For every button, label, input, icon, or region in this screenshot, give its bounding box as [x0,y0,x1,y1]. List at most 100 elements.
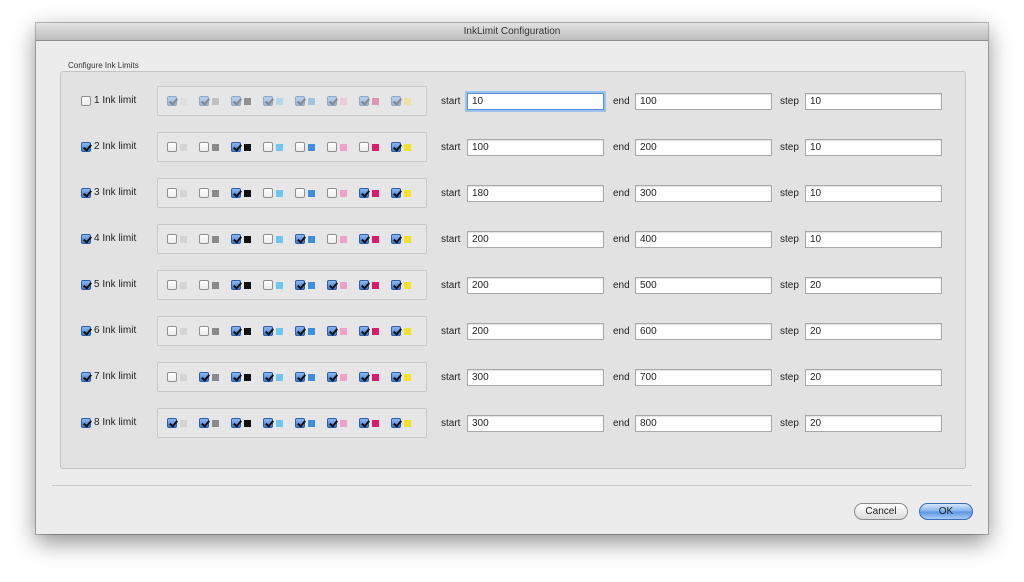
channel-checkbox[interactable] [295,142,305,152]
channel-checkbox[interactable] [295,188,305,198]
channel-checkbox[interactable] [199,280,209,290]
channel-toggle[interactable] [199,372,231,382]
end-field[interactable]: 100 [635,93,772,110]
channel-checkbox[interactable] [263,372,273,382]
channel-checkbox[interactable] [199,418,209,428]
channel-checkbox[interactable] [327,96,337,106]
channel-checkbox[interactable] [263,142,273,152]
channel-checkbox[interactable] [167,326,177,336]
channel-toggle[interactable] [391,234,423,244]
channel-toggle[interactable] [263,142,295,152]
channel-toggle[interactable] [391,142,423,152]
channel-checkbox[interactable] [231,142,241,152]
end-field[interactable]: 600 [635,323,772,340]
channel-toggle[interactable] [359,96,391,106]
channel-checkbox[interactable] [263,188,273,198]
start-field[interactable]: 200 [467,231,604,248]
channel-checkbox[interactable] [263,96,273,106]
start-field[interactable]: 100 [467,139,604,156]
step-field[interactable]: 10 [805,139,942,156]
end-field[interactable]: 800 [635,415,772,432]
channel-checkbox[interactable] [263,234,273,244]
channel-checkbox[interactable] [391,372,401,382]
channel-toggle[interactable] [327,234,359,244]
channel-checkbox[interactable] [167,372,177,382]
enable-checkbox[interactable] [81,417,91,428]
channel-toggle[interactable] [231,372,263,382]
channel-checkbox[interactable] [391,280,401,290]
channel-checkbox[interactable] [199,188,209,198]
channel-toggle[interactable] [327,188,359,198]
channel-toggle[interactable] [327,372,359,382]
channel-toggle[interactable] [359,326,391,336]
channel-toggle[interactable] [199,326,231,336]
step-field[interactable]: 20 [805,277,942,294]
channel-checkbox[interactable] [359,372,369,382]
channel-checkbox[interactable] [199,142,209,152]
cancel-button[interactable]: Cancel [854,503,908,520]
channel-checkbox[interactable] [167,418,177,428]
enable-checkbox[interactable] [81,279,91,290]
ink-limit-toggle[interactable]: 7 Ink limit [81,371,136,382]
channel-checkbox[interactable] [167,280,177,290]
channel-checkbox[interactable] [231,280,241,290]
channel-toggle[interactable] [167,188,199,198]
channel-toggle[interactable] [295,372,327,382]
start-field[interactable]: 200 [467,323,604,340]
channel-checkbox[interactable] [231,96,241,106]
channel-toggle[interactable] [231,188,263,198]
channel-checkbox[interactable] [359,188,369,198]
channel-checkbox[interactable] [295,418,305,428]
channel-checkbox[interactable] [167,96,177,106]
channel-checkbox[interactable] [359,142,369,152]
channel-toggle[interactable] [295,96,327,106]
ink-limit-toggle[interactable]: 4 Ink limit [81,233,136,244]
channel-checkbox[interactable] [167,234,177,244]
channel-checkbox[interactable] [231,234,241,244]
end-field[interactable]: 500 [635,277,772,294]
ink-limit-toggle[interactable]: 3 Ink limit [81,187,136,198]
channel-toggle[interactable] [263,326,295,336]
ink-limit-toggle[interactable]: 5 Ink limit [81,279,136,290]
end-field[interactable]: 200 [635,139,772,156]
channel-checkbox[interactable] [167,142,177,152]
channel-toggle[interactable] [327,142,359,152]
channel-checkbox[interactable] [263,280,273,290]
channel-checkbox[interactable] [231,418,241,428]
channel-checkbox[interactable] [199,326,209,336]
channel-toggle[interactable] [359,188,391,198]
end-field[interactable]: 300 [635,185,772,202]
channel-toggle[interactable] [167,142,199,152]
channel-toggle[interactable] [391,280,423,290]
channel-toggle[interactable] [231,96,263,106]
start-field[interactable]: 180 [467,185,604,202]
channel-checkbox[interactable] [359,280,369,290]
ink-limit-toggle[interactable]: 2 Ink limit [81,141,136,152]
ok-button[interactable]: OK [919,503,973,520]
channel-toggle[interactable] [359,234,391,244]
channel-toggle[interactable] [263,418,295,428]
channel-checkbox[interactable] [231,188,241,198]
channel-toggle[interactable] [231,234,263,244]
enable-checkbox[interactable] [81,325,91,336]
channel-toggle[interactable] [391,188,423,198]
channel-toggle[interactable] [391,96,423,106]
channel-checkbox[interactable] [359,326,369,336]
channel-checkbox[interactable] [391,188,401,198]
channel-toggle[interactable] [295,326,327,336]
channel-checkbox[interactable] [327,280,337,290]
channel-checkbox[interactable] [391,326,401,336]
channel-checkbox[interactable] [327,418,337,428]
channel-checkbox[interactable] [327,142,337,152]
channel-checkbox[interactable] [231,326,241,336]
channel-checkbox[interactable] [263,418,273,428]
channel-toggle[interactable] [327,280,359,290]
channel-toggle[interactable] [263,372,295,382]
start-field[interactable]: 300 [467,369,604,386]
step-field[interactable]: 10 [805,185,942,202]
channel-checkbox[interactable] [359,418,369,428]
channel-checkbox[interactable] [295,96,305,106]
step-field[interactable]: 10 [805,93,942,110]
channel-toggle[interactable] [391,326,423,336]
channel-toggle[interactable] [295,280,327,290]
